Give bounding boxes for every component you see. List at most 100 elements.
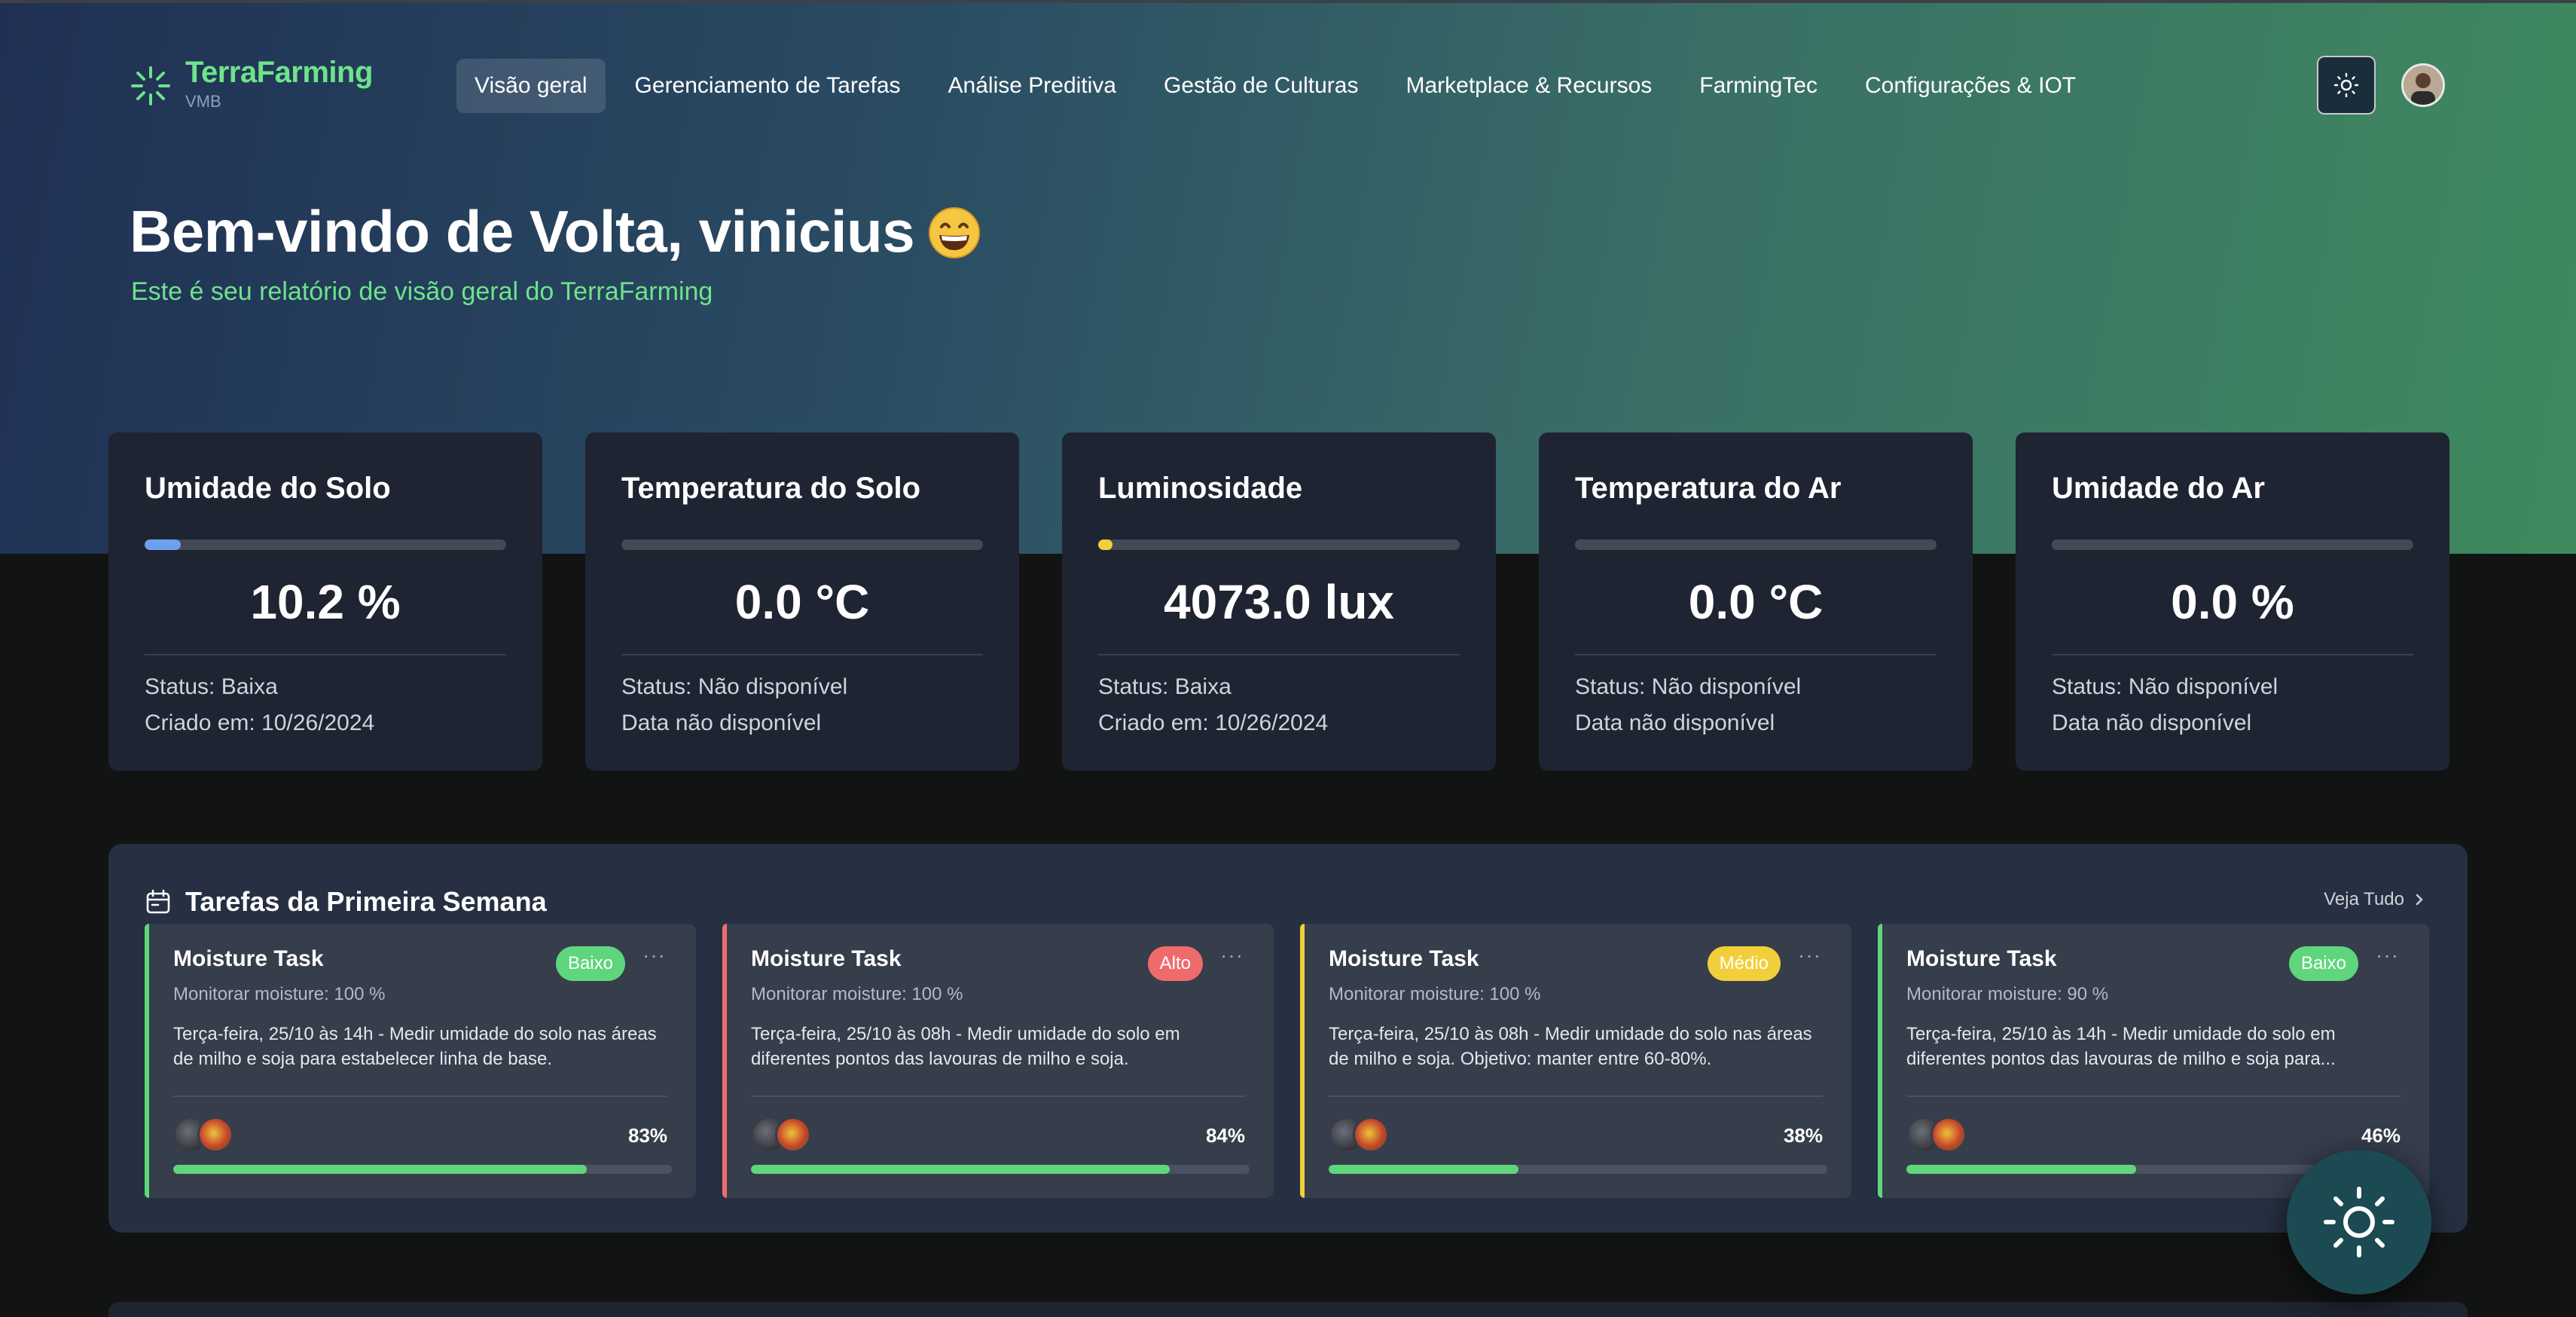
nav-visao-geral[interactable]: Visão geral	[456, 59, 606, 113]
top-border	[0, 0, 2576, 3]
metric-date: Data não disponível	[621, 710, 822, 735]
metric-meta: Status: Baixa Criado em: 10/26/2024	[1098, 669, 1328, 741]
floating-theme-button[interactable]	[2287, 1150, 2431, 1294]
metric-status: Status: Não disponível	[2052, 674, 2278, 699]
task-title: Moisture Task	[1329, 946, 1479, 971]
more-options-icon[interactable]: ···	[1798, 943, 1821, 967]
task-card[interactable]: Moisture Task Médio ··· Monitorar moistu…	[1300, 924, 1851, 1198]
assignee-avatars	[1906, 1117, 1974, 1154]
metric-title: Temperatura do Solo	[621, 472, 921, 505]
sun-icon	[2324, 1187, 2394, 1257]
nav-marketplace[interactable]: Marketplace & Recursos	[1387, 59, 1670, 113]
assignee-avatars	[1329, 1117, 1396, 1154]
metric-date: Criado em: 10/26/2024	[1098, 710, 1329, 735]
metric-bar	[621, 539, 983, 550]
divider	[145, 654, 506, 655]
metric-card-temperatura-ar: Temperatura do Ar 0.0 °C Status: Não dis…	[1539, 432, 1973, 771]
nav-configuracoes-iot[interactable]: Configurações & IOT	[1847, 59, 2094, 113]
task-subtitle: Monitorar moisture: 100 %	[173, 984, 386, 1004]
main-nav: Visão geral Gerenciamento de Tarefas Aná…	[456, 59, 2105, 113]
task-progress-percent: 84%	[1205, 1124, 1245, 1147]
tasks-header: Tarefas da Primeira Semana	[145, 886, 547, 918]
task-progress-fill	[751, 1165, 1170, 1174]
task-card[interactable]: Moisture Task Baixo ··· Monitorar moistu…	[145, 924, 696, 1198]
nav-farmingtec[interactable]: FarmingTec	[1681, 59, 1836, 113]
sun-icon	[2333, 72, 2359, 98]
divider	[621, 654, 983, 655]
metric-card-luminosidade: Luminosidade 4073.0 lux Status: Baixa Cr…	[1062, 432, 1496, 771]
metric-bar	[2052, 539, 2413, 550]
metric-status: Status: Não disponível	[1575, 674, 1802, 699]
task-subtitle: Monitorar moisture: 100 %	[751, 984, 963, 1004]
sunburst-icon	[131, 66, 170, 105]
brand-name: TerraFarming	[185, 56, 373, 89]
task-progress-fill	[1329, 1165, 1518, 1174]
next-section-edge	[108, 1302, 2468, 1317]
assignee-avatar	[775, 1117, 811, 1153]
task-card[interactable]: Moisture Task Alto ··· Monitorar moistur…	[722, 924, 1274, 1198]
divider	[1575, 654, 1937, 655]
metric-value: 0.0 %	[2171, 575, 2294, 629]
metric-bar	[1098, 539, 1460, 550]
welcome-title: Bem-vindo de Volta, vinicius	[130, 198, 915, 264]
task-description: Terça-feira, 25/10 às 08h - Medir umidad…	[1329, 1024, 1812, 1069]
task-description: Terça-feira, 25/10 às 14h - Medir umidad…	[173, 1024, 657, 1069]
metric-date: Data não disponível	[1575, 710, 1775, 735]
metric-value: 0.0 °C	[734, 575, 870, 629]
assignee-avatar	[197, 1117, 233, 1153]
task-title: Moisture Task	[751, 946, 902, 971]
user-photo-icon	[2404, 66, 2443, 105]
metric-bar-fill	[1098, 539, 1113, 550]
tasks-title: Tarefas da Primeira Semana	[185, 886, 547, 917]
divider	[173, 1095, 667, 1097]
task-description: Terça-feira, 25/10 às 14h - Medir umidad…	[1906, 1024, 2336, 1069]
assignee-avatar	[1930, 1117, 1967, 1153]
metric-title: Luminosidade	[1098, 472, 1303, 505]
see-all-link[interactable]: Veja Tudo	[2324, 889, 2428, 910]
metric-title: Temperatura do Ar	[1575, 472, 1842, 505]
task-subtitle: Monitorar moisture: 90 %	[1906, 984, 2109, 1004]
metric-bar	[1575, 539, 1937, 550]
more-options-icon[interactable]: ···	[2376, 943, 2399, 967]
metric-meta: Status: Não disponível Data não disponív…	[1575, 669, 1801, 741]
more-options-icon[interactable]: ···	[1220, 943, 1244, 967]
task-accent-bar	[1878, 924, 1882, 1198]
metric-meta: Status: Não disponível Data não disponív…	[621, 669, 847, 741]
divider	[1098, 654, 1460, 655]
welcome-heading: Bem-vindo de Volta, vinicius	[130, 197, 981, 266]
assignee-avatar	[1353, 1117, 1389, 1153]
divider	[2052, 654, 2413, 655]
metric-meta: Status: Não disponível Data não disponív…	[2052, 669, 2278, 741]
chevron-right-icon	[2416, 894, 2423, 906]
metric-title: Umidade do Ar	[2052, 472, 2265, 505]
task-subtitle: Monitorar moisture: 100 %	[1329, 984, 1541, 1004]
task-accent-bar	[1300, 924, 1305, 1198]
user-avatar[interactable]	[2401, 63, 2445, 107]
nav-analise-preditiva[interactable]: Análise Preditiva	[930, 59, 1134, 113]
metric-bar	[145, 539, 506, 550]
task-progress-bar	[1329, 1165, 1827, 1174]
metric-status: Status: Não disponível	[621, 674, 848, 699]
see-all-label: Veja Tudo	[2324, 889, 2404, 909]
more-options-icon[interactable]: ···	[642, 943, 666, 967]
metric-status: Status: Baixa	[145, 674, 278, 699]
nav-gerenciamento-tarefas[interactable]: Gerenciamento de Tarefas	[617, 59, 919, 113]
task-accent-bar	[145, 924, 149, 1198]
grinning-face-icon	[929, 207, 981, 258]
theme-toggle-button[interactable]	[2317, 56, 2376, 115]
nav-gestao-culturas[interactable]: Gestão de Culturas	[1146, 59, 1376, 113]
metric-date: Criado em: 10/26/2024	[145, 710, 375, 735]
tasks-panel: Tarefas da Primeira Semana Veja Tudo Moi…	[108, 844, 2468, 1233]
calendar-icon	[146, 889, 170, 914]
task-progress-bar	[173, 1165, 672, 1174]
priority-badge: Baixo	[555, 946, 625, 981]
metric-card-umidade-solo: Umidade do Solo 10.2 % Status: Baixa Cri…	[108, 432, 542, 771]
brand-logo[interactable]: TerraFarming VMB	[130, 54, 373, 112]
task-progress-fill	[173, 1165, 588, 1174]
task-progress-bar	[751, 1165, 1250, 1174]
task-progress-fill	[1906, 1165, 2136, 1174]
metric-title: Umidade do Solo	[145, 472, 391, 505]
task-description: Terça-feira, 25/10 às 08h - Medir umidad…	[751, 1024, 1180, 1069]
priority-badge: Alto	[1147, 946, 1203, 981]
brand-sub: VMB	[185, 92, 221, 111]
